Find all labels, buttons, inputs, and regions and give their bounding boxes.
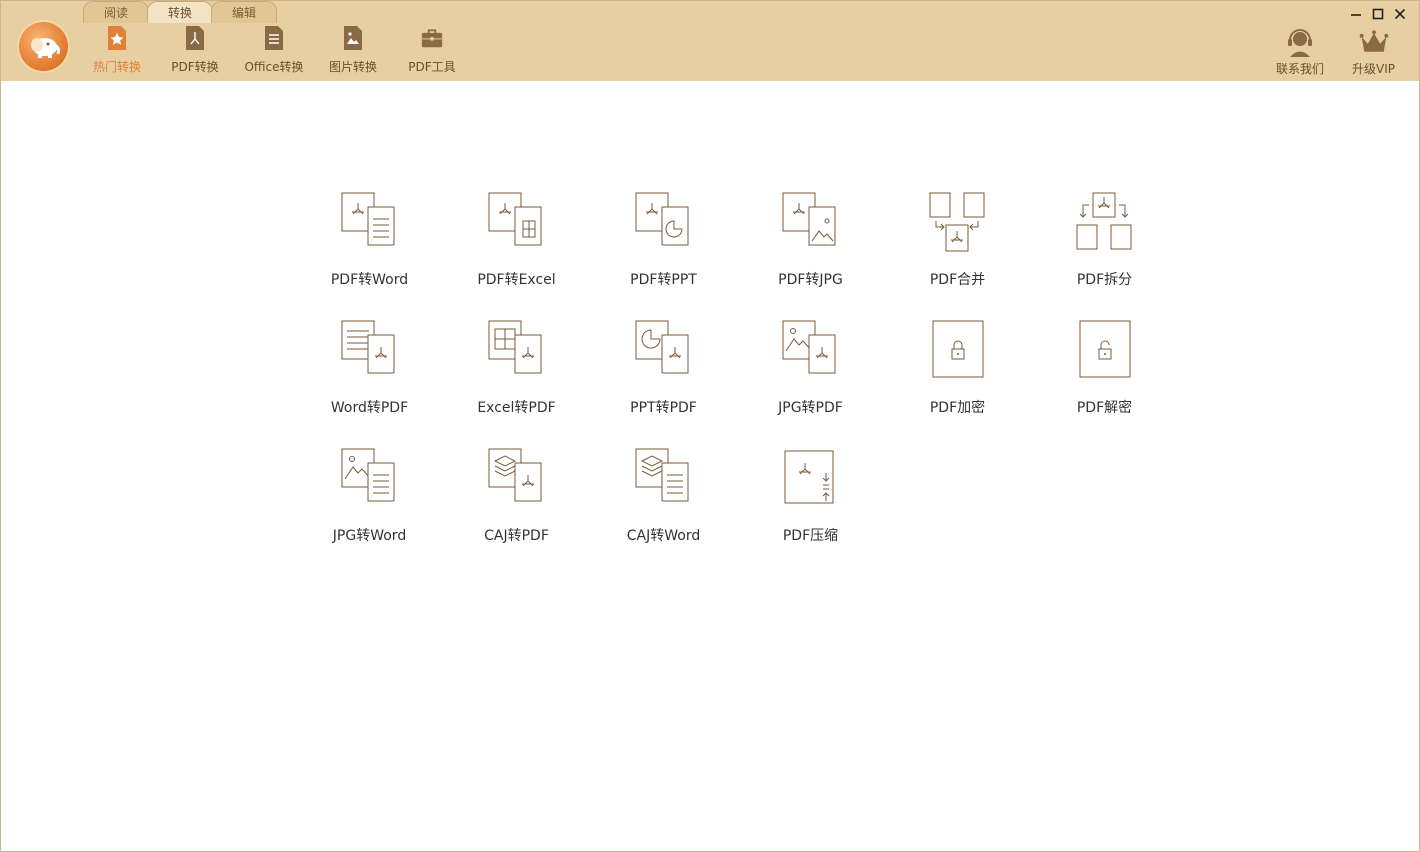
minimize-icon xyxy=(1351,14,1361,16)
tool-pdf-merge[interactable]: PDF合并 xyxy=(884,191,1031,319)
tool-label: Word转PDF xyxy=(330,400,409,416)
tool-label: Excel转PDF xyxy=(477,400,556,416)
tool-caj-to-word[interactable]: CAJ转Word xyxy=(590,447,737,575)
pdf-to-excel-icon xyxy=(488,192,541,246)
tool-jpg-to-word[interactable]: JPG转Word xyxy=(296,447,443,575)
pdf-file-icon xyxy=(184,25,206,51)
right-tools: 联系我们 升级VIP xyxy=(1248,27,1395,77)
tool-ppt-to-pdf[interactable]: PPT转PDF xyxy=(590,319,737,447)
tool-label: PDF加密 xyxy=(929,400,986,416)
tool-pdf-encrypt[interactable]: PDF加密 xyxy=(884,319,1031,447)
toolbar-label: 图片转换 xyxy=(328,60,377,74)
tool-label: PDF拆分 xyxy=(1076,272,1133,288)
toolbar-label: 热门转换 xyxy=(92,60,141,74)
toolbar-items: 热门转换 PDF转换 Office转换 图片转换 PDF工具 xyxy=(79,25,471,75)
tool-word-to-pdf[interactable]: Word转PDF xyxy=(296,319,443,447)
pdf-to-ppt-icon xyxy=(635,192,688,246)
tool-label: PDF合并 xyxy=(929,272,986,288)
jpg-to-word-icon xyxy=(341,448,394,502)
tool-pdf-compress[interactable]: PDF压缩 xyxy=(737,447,884,575)
tool-pdf-to-jpg[interactable]: PDF转JPG xyxy=(737,191,884,319)
elephant-logo-icon xyxy=(30,37,60,58)
tool-label: CAJ转Word xyxy=(626,528,701,544)
contact-us-button[interactable]: 联系我们 xyxy=(1276,27,1324,77)
app-window: 阅读 转换 编辑 热门转换 PDF转换 Office转换 图片转换 PDF工具 … xyxy=(0,0,1420,852)
toolbar-label: PDF工具 xyxy=(408,60,456,74)
maximize-icon xyxy=(1372,8,1384,20)
mode-tabs: 阅读 转换 编辑 xyxy=(83,1,277,23)
toolbox-icon xyxy=(421,25,443,51)
star-doc-icon xyxy=(106,25,128,51)
tool-label: JPG转PDF xyxy=(778,400,843,416)
window-controls xyxy=(1345,5,1411,23)
pdf-split-icon xyxy=(1076,192,1131,250)
toolbar-hot-convert[interactable]: 热门转换 xyxy=(79,25,155,75)
contact-us-label: 联系我们 xyxy=(1275,62,1324,76)
tool-label: PDF转JPG xyxy=(778,272,843,288)
pdf-to-jpg-icon xyxy=(782,192,835,246)
upgrade-vip-label: 升级VIP xyxy=(1352,62,1395,76)
crown-icon xyxy=(1359,27,1389,57)
excel-to-pdf-icon xyxy=(488,320,541,374)
top-toolbar: 阅读 转换 编辑 热门转换 PDF转换 Office转换 图片转换 PDF工具 … xyxy=(1,1,1419,81)
tab-read[interactable]: 阅读 xyxy=(83,1,149,23)
image-file-icon xyxy=(342,25,364,51)
pdf-decrypt-icon xyxy=(1079,320,1130,378)
headset-icon xyxy=(1285,27,1315,57)
close-icon xyxy=(1394,8,1406,20)
tab-convert[interactable]: 转换 xyxy=(147,1,213,23)
pdf-encrypt-icon xyxy=(932,320,983,378)
tool-excel-to-pdf[interactable]: Excel转PDF xyxy=(443,319,590,447)
tab-edit[interactable]: 编辑 xyxy=(211,1,277,23)
tool-pdf-to-excel[interactable]: PDF转Excel xyxy=(443,191,590,319)
toolbar-pdf-tools[interactable]: PDF工具 xyxy=(393,25,471,75)
word-to-pdf-icon xyxy=(341,320,394,374)
tool-label: PDF解密 xyxy=(1076,400,1133,416)
tool-label: PDF转Excel xyxy=(477,272,556,288)
minimize-button[interactable] xyxy=(1345,5,1367,23)
pdf-compress-icon xyxy=(784,450,833,504)
upgrade-vip-button[interactable]: 升级VIP xyxy=(1352,27,1395,77)
tool-pdf-to-ppt[interactable]: PDF转PPT xyxy=(590,191,737,319)
toolbar-office-convert[interactable]: Office转换 xyxy=(235,25,313,75)
tool-pdf-to-word[interactable]: PDF转Word xyxy=(296,191,443,319)
tool-caj-to-pdf[interactable]: CAJ转PDF xyxy=(443,447,590,575)
tool-jpg-to-pdf[interactable]: JPG转PDF xyxy=(737,319,884,447)
jpg-to-pdf-icon xyxy=(782,320,835,374)
close-button[interactable] xyxy=(1389,5,1411,23)
pdf-to-word-icon xyxy=(341,192,394,246)
app-logo xyxy=(19,22,68,71)
tool-label: PDF转Word xyxy=(330,272,409,288)
toolbar-image-convert[interactable]: 图片转换 xyxy=(313,25,393,75)
tool-label: PDF压缩 xyxy=(782,528,839,544)
caj-to-word-icon xyxy=(635,448,688,502)
toolbar-label: PDF转换 xyxy=(171,60,219,74)
office-doc-icon xyxy=(263,25,285,51)
tool-label: PDF转PPT xyxy=(630,272,697,288)
tool-label: PPT转PDF xyxy=(630,400,697,416)
tool-label: CAJ转PDF xyxy=(484,528,549,544)
toolbar-pdf-convert[interactable]: PDF转换 xyxy=(155,25,235,75)
toolbar-label: Office转换 xyxy=(244,60,304,74)
caj-to-pdf-icon xyxy=(488,448,541,502)
tool-pdf-decrypt[interactable]: PDF解密 xyxy=(1031,319,1178,447)
tool-pdf-split[interactable]: PDF拆分 xyxy=(1031,191,1178,319)
tool-label: JPG转Word xyxy=(332,528,407,544)
main-content: PDF转Word PDF转Excel PDF转PPT PDF转JPG PDF合并 PDF拆… xyxy=(1,81,1419,851)
pdf-merge-icon xyxy=(929,192,984,252)
ppt-to-pdf-icon xyxy=(635,320,688,374)
maximize-button[interactable] xyxy=(1367,5,1389,23)
tool-grid: PDF转Word PDF转Excel PDF转PPT PDF转JPG PDF合并 PDF拆… xyxy=(296,191,1178,575)
